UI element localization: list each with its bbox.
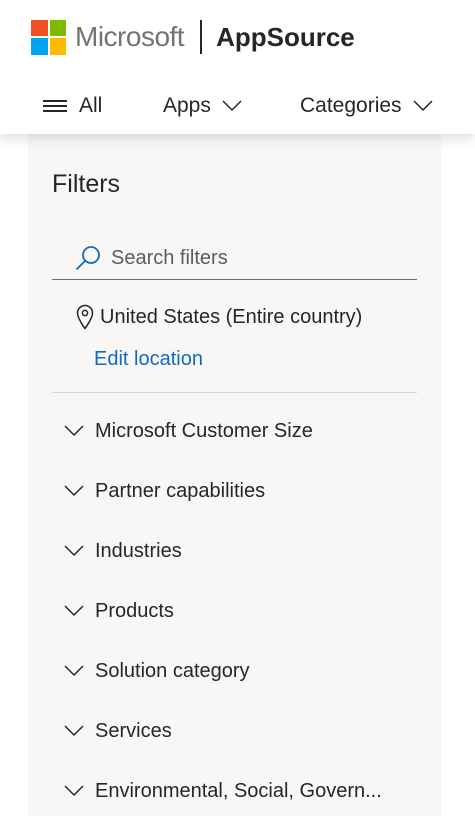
- nav-apps-dropdown[interactable]: Apps: [163, 86, 242, 126]
- filter-microsoft-customer-size[interactable]: Microsoft Customer Size: [64, 414, 313, 448]
- microsoft-logo-icon: [31, 19, 66, 55]
- nav-categories-dropdown[interactable]: Categories: [300, 86, 433, 126]
- chevron-down-icon: [64, 545, 84, 557]
- filter-solution-category[interactable]: Solution category: [64, 654, 250, 688]
- logo-square-yellow: [49, 38, 66, 55]
- filter-label: Solution category: [95, 659, 250, 682]
- chevron-down-icon: [64, 785, 84, 797]
- filter-services[interactable]: Services: [64, 714, 172, 748]
- panel-divider: [52, 392, 417, 393]
- search-filters-input[interactable]: [111, 246, 401, 270]
- filter-label: Products: [95, 599, 174, 622]
- chevron-down-icon: [64, 665, 84, 677]
- filters-title: Filters: [52, 170, 121, 198]
- brand[interactable]: Microsoft AppSource: [31, 19, 355, 55]
- nav-categories-label: Categories: [300, 94, 402, 117]
- search-icon: [76, 246, 100, 270]
- filter-label: Microsoft Customer Size: [95, 419, 313, 442]
- location-pin-icon: [76, 304, 94, 330]
- appsource-wordmark: AppSource: [216, 22, 355, 52]
- brand-divider: [200, 20, 203, 54]
- logo-square-red: [31, 19, 48, 36]
- chevron-down-icon: [64, 725, 84, 737]
- filters-panel: Filters United States (Entire country) E…: [28, 134, 441, 816]
- logo-square-blue: [31, 38, 48, 55]
- filter-environmental-social-governance[interactable]: Environmental, Social, Govern...: [64, 774, 382, 808]
- filter-industries[interactable]: Industries: [64, 534, 182, 568]
- nav-all-label: All: [79, 94, 103, 117]
- location-display: United States (Entire country): [76, 304, 362, 330]
- filter-label: Industries: [95, 539, 182, 562]
- edit-location-link[interactable]: Edit location: [94, 348, 203, 371]
- site-header: Microsoft AppSource All Apps Categories: [0, 0, 475, 134]
- filter-partner-capabilities[interactable]: Partner capabilities: [64, 474, 265, 508]
- filter-products[interactable]: Products: [64, 594, 174, 628]
- filter-label: Services: [95, 719, 172, 742]
- main-nav: All Apps Categories: [0, 86, 475, 126]
- filter-label: Environmental, Social, Govern...: [95, 779, 382, 802]
- chevron-down-icon: [64, 425, 84, 437]
- microsoft-wordmark: Microsoft: [75, 21, 185, 52]
- nav-apps-label: Apps: [163, 94, 211, 117]
- chevron-down-icon: [64, 485, 84, 497]
- filter-label: Partner capabilities: [95, 479, 266, 502]
- search-filters-box[interactable]: [52, 237, 417, 280]
- chevron-down-icon: [222, 100, 242, 112]
- chevron-down-icon: [413, 100, 433, 112]
- nav-all-button[interactable]: All: [43, 86, 102, 126]
- logo-square-green: [49, 19, 66, 36]
- location-text: United States (Entire country): [100, 305, 363, 328]
- chevron-down-icon: [64, 605, 84, 617]
- hamburger-icon: [43, 99, 67, 113]
